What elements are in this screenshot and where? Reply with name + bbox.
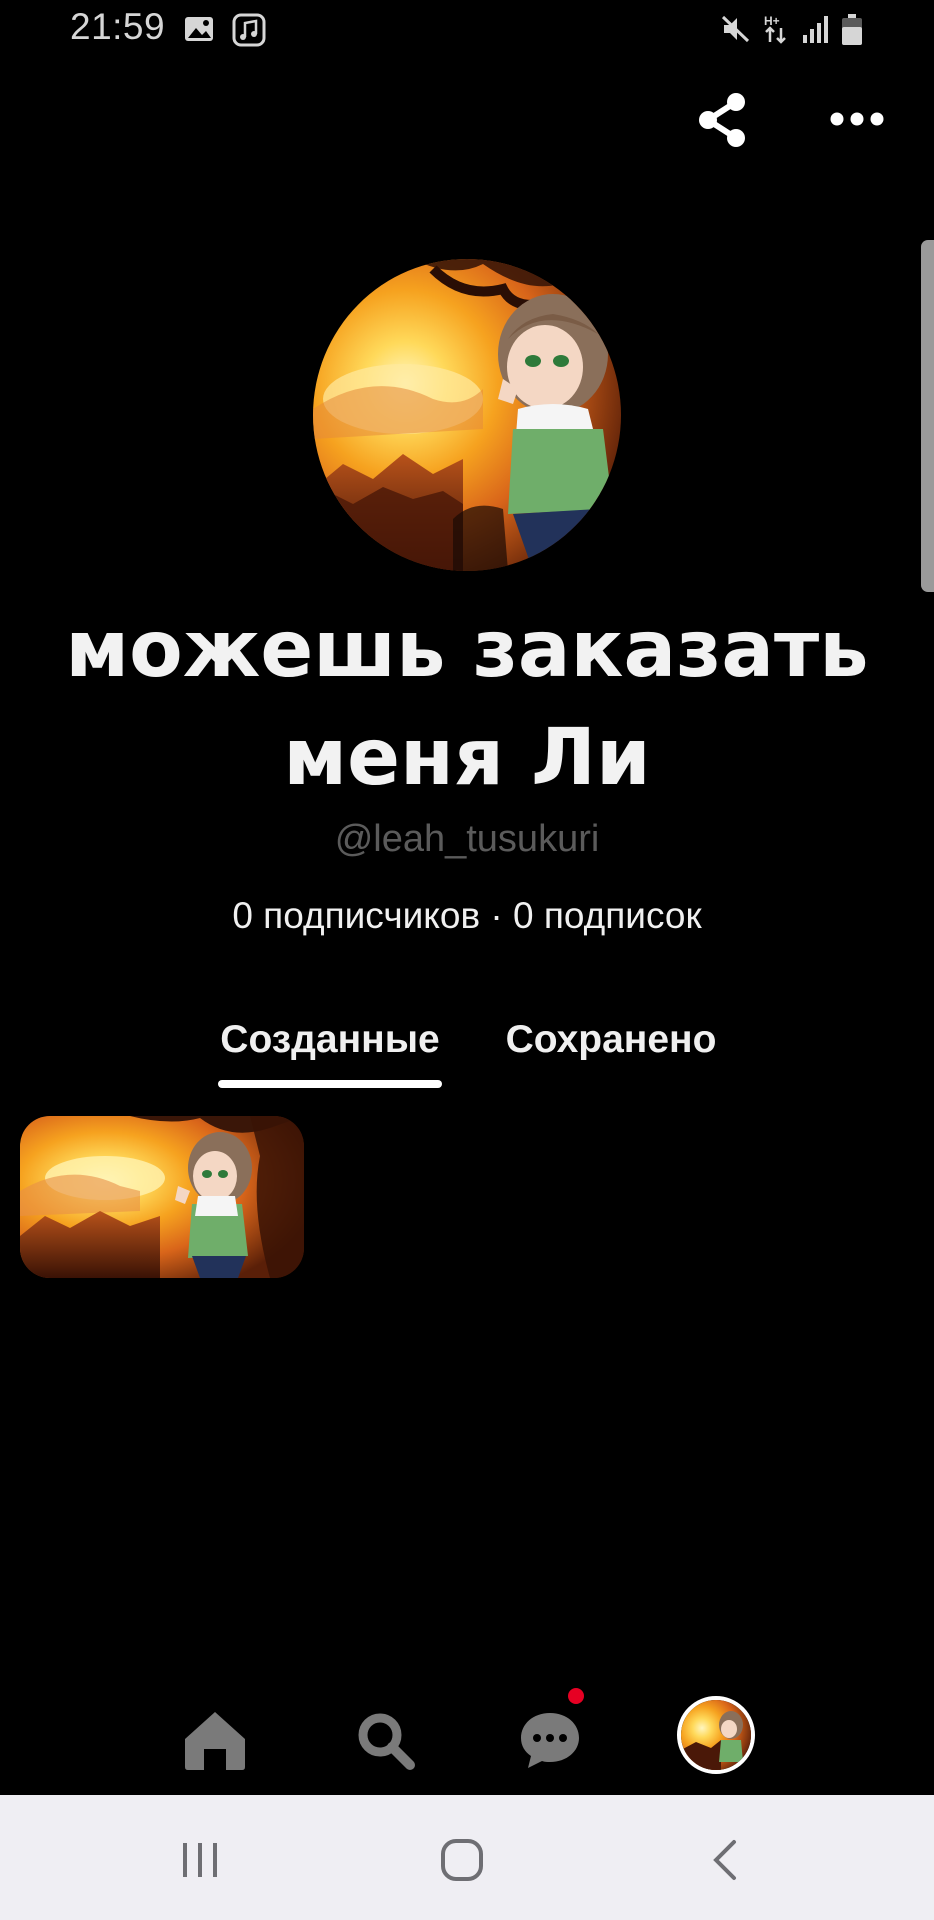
more-options-button[interactable] [826,96,888,142]
active-tab-indicator [218,1080,442,1088]
search-icon [358,1713,415,1770]
profile-avatar [677,1696,755,1774]
signal-icon [800,13,832,45]
recent-apps-button[interactable] [165,1825,235,1895]
system-home-button[interactable] [427,1825,497,1895]
tab-created[interactable]: Созданные [218,1018,442,1062]
status-bar: 21:59 H+ [0,0,934,62]
battery-icon [840,13,872,45]
music-icon [232,13,266,47]
more-dots-icon [830,112,884,126]
nav-profile-button[interactable] [676,1695,756,1775]
messages-icon [521,1713,579,1768]
followers-stats[interactable]: 0 подписчиков · 0 подписок [0,895,934,937]
share-icon [699,93,745,147]
profile-name: можешь заказать меня Ли [65,605,869,803]
gallery-icon [183,13,215,45]
recent-apps-icon [183,1843,217,1877]
home-icon [185,1712,245,1770]
profile-avatar-large[interactable] [313,259,621,571]
notification-dot [568,1688,584,1704]
system-navigation-bar [0,1795,934,1920]
scrollbar[interactable] [921,240,934,592]
status-time: 21:59 [70,6,166,47]
nav-messages-button[interactable] [510,1700,590,1780]
bottom-navigation [0,1680,934,1795]
mute-icon [720,13,752,45]
svg-text:H+: H+ [764,14,780,28]
hplus-data-icon: H+ [762,13,794,45]
share-button[interactable] [692,90,752,150]
back-button[interactable] [690,1825,760,1895]
tab-saved[interactable]: Сохранено [504,1018,718,1062]
pin-card[interactable] [20,1116,304,1278]
back-icon [713,1840,736,1880]
nav-search-button[interactable] [345,1700,425,1780]
nav-home-button[interactable] [175,1700,255,1780]
profile-handle: @leah_tusukuri [334,818,600,860]
home-circle-icon [441,1839,483,1881]
